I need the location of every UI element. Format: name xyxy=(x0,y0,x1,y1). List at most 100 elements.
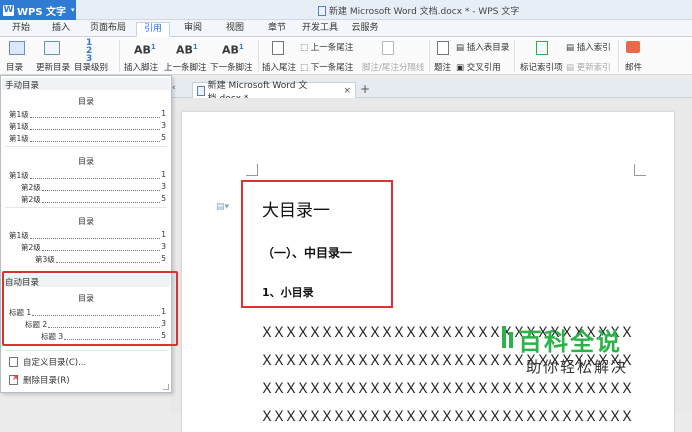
insert-endnote-button[interactable]: 插入尾注 xyxy=(262,61,296,73)
new-tab-button[interactable]: + xyxy=(360,82,370,96)
next-endnote-button[interactable]: ⬚ 下一条尾注 xyxy=(300,61,353,73)
document-icon xyxy=(197,85,205,96)
prev-footnote-icon: AB1 xyxy=(176,43,198,57)
ribbon: 目录 更新目录 123 目录级别 AB1 插入脚注 AB1 上一条脚注 AB1 … xyxy=(0,37,692,75)
toc-entry: 第2级 3 xyxy=(21,182,166,192)
toc-preview-title: 目录 xyxy=(78,97,94,106)
mark-index-icon xyxy=(536,41,548,55)
scroll-tabs-left-icon[interactable]: ‹ xyxy=(172,83,176,93)
tab-review[interactable]: 审阅 xyxy=(178,22,208,37)
watermark-title: 百科全说 xyxy=(518,328,622,356)
window-title-text: 新建 Microsoft Word 文档.docx * - WPS 文字 xyxy=(329,7,520,17)
toc-button[interactable]: 目录 xyxy=(6,61,23,73)
heading-2[interactable]: （一）、中目录一 xyxy=(262,244,352,261)
insert-index-icon: ▤ xyxy=(566,43,577,53)
prev-endnote-icon: ⬚ xyxy=(300,43,311,53)
toc-preview-title: 目录 xyxy=(78,217,94,226)
caption-icon xyxy=(437,41,449,55)
toc-entry: 第2级 3 xyxy=(21,242,166,252)
toc-entry: 第1级 1 xyxy=(9,170,166,180)
next-endnote-icon: ⬚ xyxy=(300,63,311,73)
insert-endnote-icon xyxy=(272,41,284,55)
document-tab-bar: ‹ 新建 Microsoft Word 文档.docx * × + xyxy=(170,80,692,104)
separator-line-icon xyxy=(382,41,394,55)
auto-toc-highlight-box xyxy=(2,271,178,346)
mail-button[interactable]: 邮件 xyxy=(625,61,642,73)
tab-references[interactable]: 引用 xyxy=(136,22,170,37)
next-footnote-button[interactable]: 下一条脚注 xyxy=(210,61,253,73)
toc-entry: 第2级 5 xyxy=(21,194,166,204)
tab-insert[interactable]: 插入 xyxy=(46,22,76,37)
insert-footnote-icon: AB1 xyxy=(134,43,156,57)
divider xyxy=(5,146,167,147)
ribbon-separator xyxy=(119,40,120,72)
footnote-separator-button[interactable]: 脚注/尾注分隔线 xyxy=(362,61,424,73)
insert-table-of-figures-button[interactable]: ▤ 插入表目录 xyxy=(456,41,509,53)
toc-entry: 第1级 5 xyxy=(9,133,166,143)
toc-dropdown: 手动目录 目录 第1级 1 第1级 3 第1级 5 目录 第1级 1 第2级 3 第2级 5… xyxy=(0,75,178,393)
custom-toc-label: 自定义目录(C)... xyxy=(23,358,87,368)
custom-toc-menu-item[interactable]: 自定义目录(C)... xyxy=(9,356,86,368)
delete-toc-menu-item[interactable]: 删除目录(R) xyxy=(9,373,70,386)
app-menu-button[interactable]: W WPS 文字 ▾ xyxy=(0,0,76,20)
caption-button[interactable]: 题注 xyxy=(434,61,451,73)
toc-entry: 第1级 1 xyxy=(9,230,166,240)
toc-entry: 第1级 3 xyxy=(9,121,166,131)
insert-footnote-button[interactable]: 插入脚注 xyxy=(124,61,158,73)
paragraph-handle-icon[interactable]: ▤▾ xyxy=(216,202,229,212)
tab-page-layout[interactable]: 页面布局 xyxy=(86,22,130,37)
update-toc-icon xyxy=(44,41,60,55)
wps-logo-icon: W xyxy=(3,4,14,16)
ribbon-separator xyxy=(258,40,259,72)
divider xyxy=(5,207,167,208)
ribbon-separator xyxy=(618,40,619,72)
update-index-icon: ▤ xyxy=(566,63,577,73)
tab-cloud[interactable]: 云服务 xyxy=(348,22,382,37)
tab-view[interactable]: 视图 xyxy=(220,22,250,37)
document-tab[interactable]: 新建 Microsoft Word 文档.docx * × xyxy=(192,81,356,104)
margin-corner-mark xyxy=(634,164,646,176)
heading-1[interactable]: 大目录一 xyxy=(262,196,330,221)
heading-3[interactable]: 1、小目录 xyxy=(262,284,314,300)
ribbon-separator xyxy=(429,40,430,72)
title-bar: W WPS 文字 ▾ 新建 Microsoft Word 文档.docx * -… xyxy=(0,0,692,20)
toc-entry: 第1级 1 xyxy=(9,109,166,119)
update-index-button[interactable]: ▤ 更新索引 xyxy=(566,61,611,73)
next-footnote-icon: AB1 xyxy=(222,43,244,57)
close-tab-icon[interactable]: × xyxy=(343,86,351,96)
delete-toc-icon xyxy=(9,373,20,385)
toc-level-icon: 123 xyxy=(86,38,93,64)
custom-toc-icon xyxy=(9,357,18,367)
prev-endnote-button[interactable]: ⬚ 上一条尾注 xyxy=(300,41,353,53)
menu-bar: 开始 插入 页面布局 引用 审阅 视图 章节 开发工具 云服务 xyxy=(0,20,692,37)
insert-index-button[interactable]: ▤ 插入索引 xyxy=(566,41,611,53)
resize-grip-icon[interactable] xyxy=(163,384,169,390)
tab-home[interactable]: 开始 xyxy=(6,22,36,37)
divider xyxy=(5,350,167,351)
toc-entry: 第3级 5 xyxy=(35,254,166,264)
cross-reference-button[interactable]: ▣ 交叉引用 xyxy=(456,61,501,73)
toc-preview-title: 目录 xyxy=(78,157,94,166)
document-page[interactable]: ▤▾ 大目录一 （一）、中目录一 1、小目录 ＸＸＸＸＸＸＸＸＸＸＸＸＸＸＸＸＸ… xyxy=(182,112,674,432)
ribbon-separator xyxy=(514,40,515,72)
toc-level-button[interactable]: 目录级别 xyxy=(74,61,108,73)
chevron-down-icon: ▾ xyxy=(71,6,75,14)
update-toc-button[interactable]: 更新目录 xyxy=(36,61,70,73)
table-of-figures-icon: ▤ xyxy=(456,43,467,53)
window-title: 新建 Microsoft Word 文档.docx * - WPS 文字 xyxy=(318,4,519,17)
watermark-subtitle: 助你轻松解决 xyxy=(526,358,629,376)
app-name: WPS 文字 xyxy=(17,6,67,18)
prev-footnote-button[interactable]: 上一条脚注 xyxy=(164,61,207,73)
toc-icon xyxy=(9,41,25,55)
watermark: 百科全说 助你轻松解决 xyxy=(500,322,660,382)
mark-index-button[interactable]: 标记索引项 xyxy=(520,61,563,73)
body-text-line[interactable]: ＸＸＸＸＸＸＸＸＸＸＸＸＸＸＸＸＸＸＸＸＸＸＸＸＸＸＸＸＸＸＸＸＸ xyxy=(260,406,632,426)
delete-toc-label: 删除目录(R) xyxy=(23,376,70,386)
tab-developer[interactable]: 开发工具 xyxy=(300,22,340,37)
cross-reference-icon: ▣ xyxy=(456,63,467,73)
margin-corner-mark xyxy=(246,164,258,176)
tab-section[interactable]: 章节 xyxy=(262,22,292,37)
manual-toc-header: 手动目录 xyxy=(5,81,40,91)
document-icon xyxy=(318,5,326,16)
watermark-logo-icon xyxy=(500,322,516,352)
